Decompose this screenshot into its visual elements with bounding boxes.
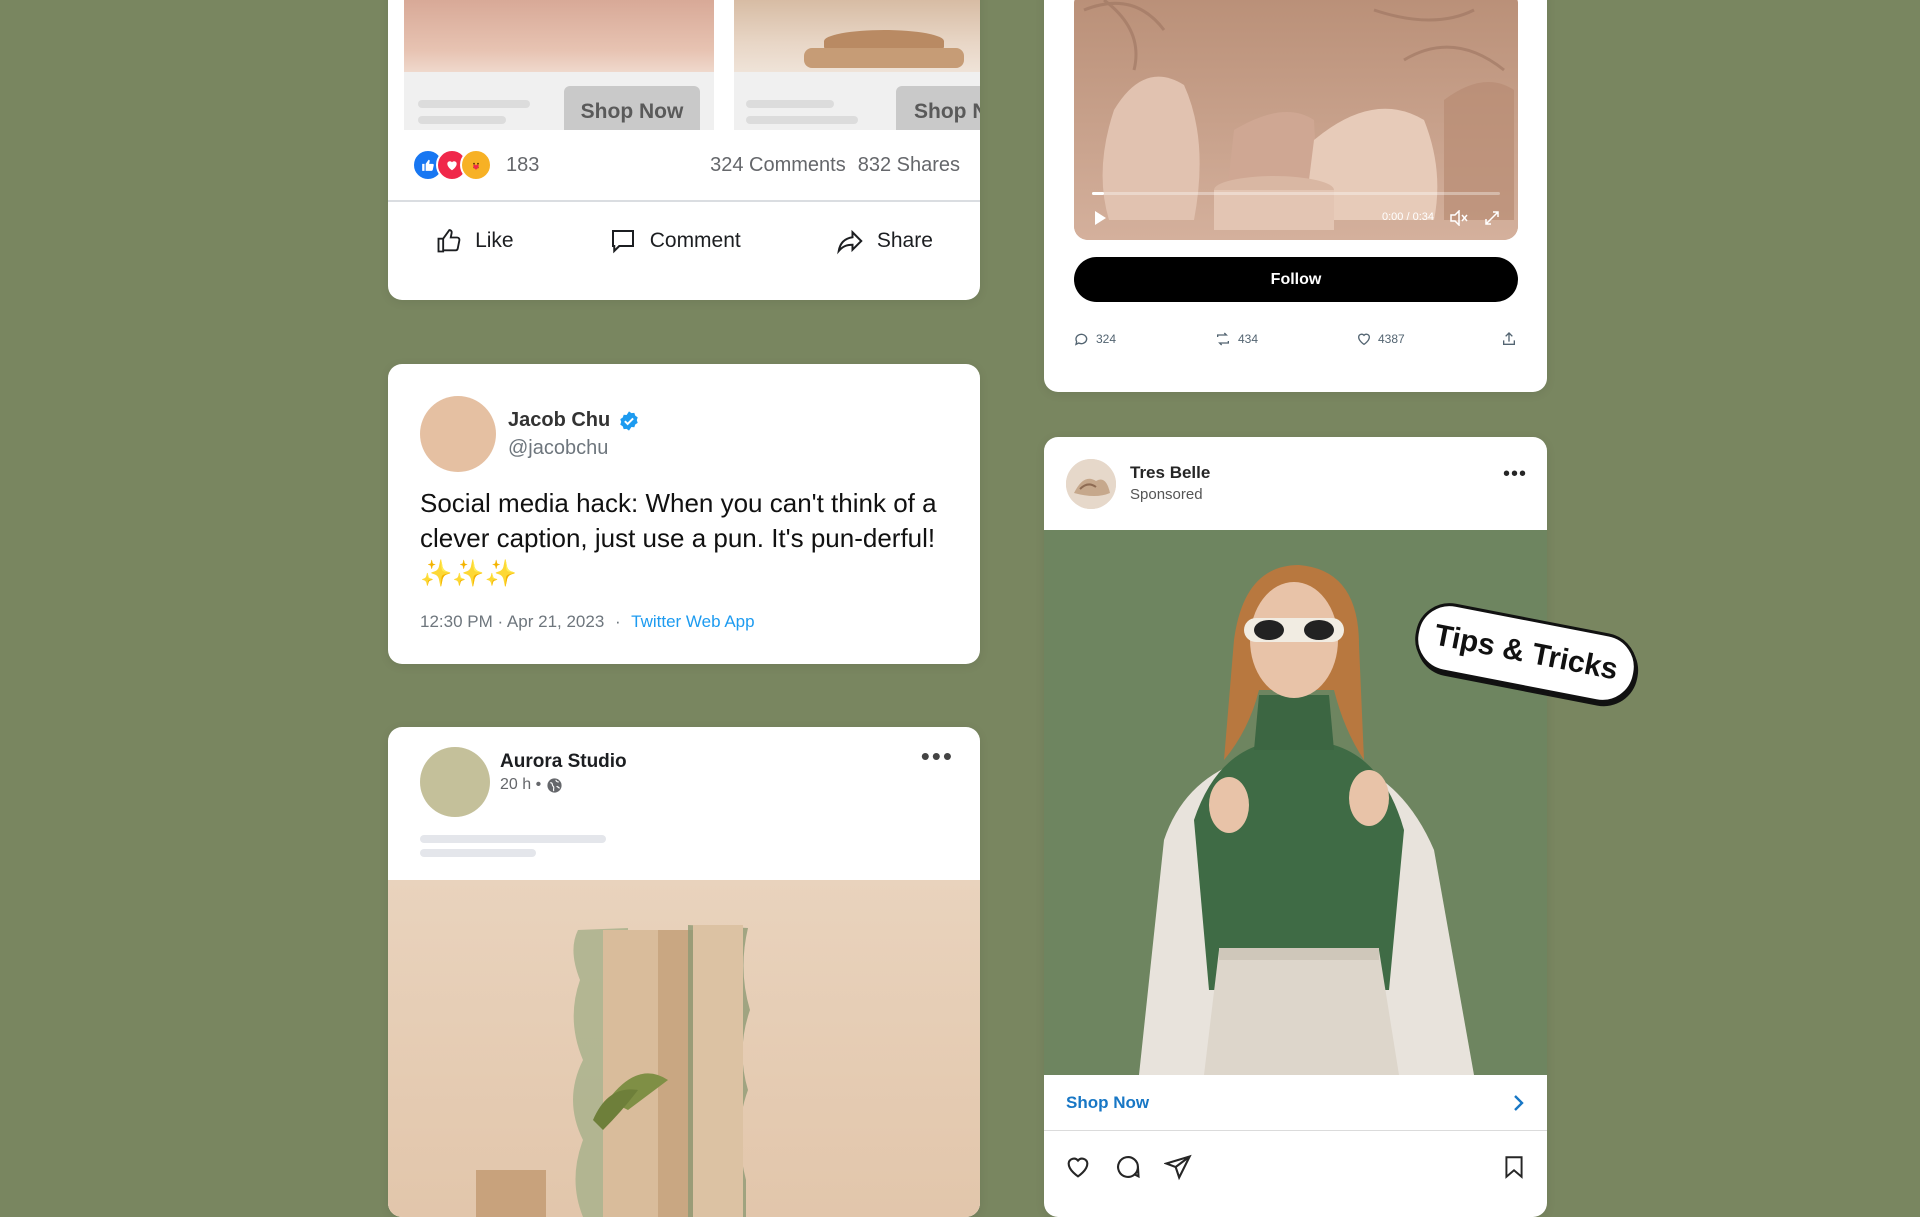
retweets-count: 434 [1238,332,1259,346]
tweet-meta: 12:30 PM · Apr 21, 2023 · Twitter Web Ap… [420,612,755,632]
verified-badge-icon [620,410,638,431]
thumbs-up-icon [437,229,461,253]
share-button[interactable]: Share [835,226,933,256]
share-arrow-icon [837,229,863,255]
carousel-item-1[interactable]: Shop Now [404,0,714,130]
follow-button[interactable]: Follow [1074,257,1518,302]
bookmark-icon[interactable] [1501,1153,1527,1181]
more-options-icon[interactable]: ••• [1503,463,1527,486]
retweets-stat[interactable]: 434 [1214,331,1356,347]
account-name[interactable]: Tres Belle [1130,463,1210,483]
share-upload-icon[interactable] [1501,331,1517,347]
video-controls: 0:00 / 0:34 [1074,180,1518,240]
like-button[interactable]: Like [435,227,514,255]
send-icon[interactable] [1164,1153,1192,1181]
instagram-sponsored-post: Tres Belle Sponsored ••• Shop Now [1044,437,1547,1217]
post-time: 20 h • [500,776,563,794]
account-avatar[interactable] [1066,459,1116,509]
tweet-timestamp[interactable]: 12:30 PM · Apr 21, 2023 [420,612,604,631]
likes-count: 4387 [1378,332,1405,346]
avatar[interactable] [420,396,496,472]
tweet-card: Jacob Chu @jacobchu Social media hack: W… [388,364,980,664]
facebook-post: Aurora Studio 20 h • ••• [388,727,980,1217]
share-label: Share [876,229,933,252]
page-name[interactable]: Aurora Studio [500,751,627,773]
post-time-label: 20 h • [500,776,542,793]
post-photo [388,880,980,1217]
play-icon[interactable] [1092,210,1108,226]
chevron-right-icon [1514,1094,1524,1111]
heart-icon [1357,333,1371,346]
likes-stat[interactable]: 4387 [1356,331,1501,347]
carousel-photo-2 [734,0,980,72]
engagement-row: 324 434 4387 [1074,331,1517,347]
carousel-item-2[interactable]: Shop N [734,0,980,130]
shop-now-button[interactable]: Shop Now [564,86,700,130]
tweet-author[interactable]: Jacob Chu [508,409,640,432]
sponsored-label: Sponsored [1130,486,1203,503]
shop-now-bar[interactable]: Shop Now [1044,1075,1547,1131]
meta-separator: · [615,612,621,631]
replies-stat[interactable]: 324 [1074,331,1214,347]
page-avatar[interactable] [420,747,490,817]
video-player[interactable]: 0:00 / 0:34 [1074,0,1518,240]
divider [388,200,980,202]
video-post-card: 0:00 / 0:34 Follow 324 434 4387 [1044,0,1547,392]
care-reaction-icon [460,149,492,181]
retweet-icon [1217,332,1229,346]
author-name: Jacob Chu [508,409,611,431]
comment-label: Comment [649,229,741,252]
facebook-carousel-post: Shop Now Shop N 183 324 Comments 832 Sha… [388,0,980,300]
insta-action-bar [1064,1153,1527,1181]
comments-count[interactable]: 324 Comments [710,154,846,177]
tweet-text: Social media hack: When you can't think … [420,488,937,588]
video-progress-fill [1092,192,1105,195]
comment-button[interactable]: Comment [608,226,741,256]
shares-count[interactable]: 832 Shares [858,154,960,177]
replies-count: 324 [1096,332,1117,346]
reactions-row: 183 324 Comments 832 Shares [412,147,960,183]
reply-icon [1075,333,1088,346]
globe-icon [547,777,562,793]
tweet-source-link[interactable]: Twitter Web App [631,612,754,631]
reaction-count[interactable]: 183 [506,154,539,177]
more-options-icon[interactable]: ••• [921,741,954,772]
carousel-photo-1 [404,0,714,72]
shop-now-label: Shop Now [1066,1092,1150,1112]
fullscreen-icon[interactable] [1484,210,1500,226]
comment-bubble-icon[interactable] [1114,1153,1142,1181]
video-progress-track[interactable] [1092,192,1500,195]
video-time: 0:00 / 0:34 [1382,211,1434,223]
heart-icon[interactable] [1064,1153,1092,1181]
shop-now-button-2[interactable]: Shop N [896,86,980,130]
mute-icon[interactable] [1450,210,1468,226]
action-bar: Like Comment Share [388,218,980,264]
like-label: Like [475,229,514,252]
author-handle[interactable]: @jacobchu [508,437,608,460]
comment-icon [611,230,634,254]
